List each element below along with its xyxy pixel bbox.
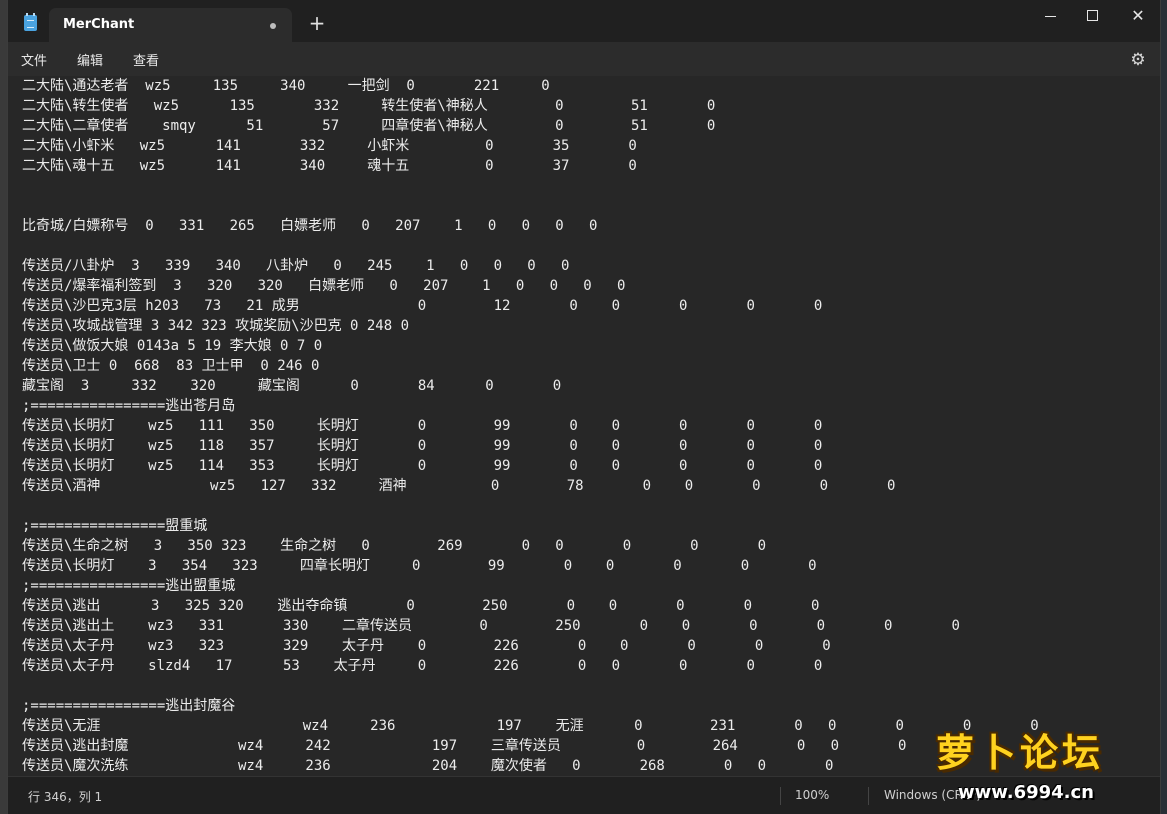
status-divider (868, 787, 869, 805)
text-line: 传送员\太子丹 wz3 323 329 太子丹 0 226 0 0 0 0 0 (22, 638, 831, 654)
menu-file[interactable]: 文件 (21, 50, 47, 69)
close-button[interactable]: ✕ (1120, 5, 1156, 27)
status-divider (780, 787, 781, 805)
tab-title: MerChant (63, 17, 135, 32)
text-line: 二大陆\小虾米 wz5 141 332 小虾米 0 35 0 (22, 138, 637, 154)
text-line: 传送员\逃出 3 325 320 逃出夺命镇 0 250 0 0 0 0 0 (22, 598, 820, 614)
text-line: 传送员\长明灯 wz5 114 353 长明灯 0 99 0 0 0 0 0 (22, 458, 823, 474)
text-line: 传送员/八卦炉 3 339 340 八卦炉 0 245 1 0 0 0 0 (22, 258, 570, 274)
text-line: 传送员/爆率福利签到 3 320 320 白嫖老师 0 207 1 0 0 0 … (22, 278, 626, 294)
watermark-url: www.6994.cn (958, 782, 1094, 803)
text-line: 传送员\卫士 0 668 83 卫士甲 0 246 0 (22, 358, 320, 374)
text-line: 传送员\太子丹 slzd4 17 53 太子丹 0 226 0 0 0 0 0 (22, 658, 823, 674)
text-line: 传送员\长明灯 wz5 111 350 长明灯 0 99 0 0 0 0 0 (22, 418, 823, 434)
unsaved-dot-icon[interactable] (270, 23, 276, 29)
text-line: 比奇城/白嫖称号 0 331 265 白嫖老师 0 207 1 0 0 0 0 (22, 218, 598, 234)
cursor-position: 行 346，列 1 (28, 790, 103, 804)
text-editor[interactable]: 二大陆\通达老者 wz5 135 340 一把剑 0 221 0 二大陆\转生使者… (8, 76, 1160, 776)
text-line: 藏宝阁 3 332 320 藏宝阁 0 84 0 0 (22, 378, 562, 394)
menu-bar: 文件 编辑 查看 ⚙ (8, 42, 1160, 76)
text-line: ;================逃出盟重城 (22, 578, 236, 594)
text-line: 传送员\魔次洗练 wz4 236 204 魔次使者 0 268 0 0 0 (22, 758, 834, 774)
watermark-text: 萝卜论坛 (936, 731, 1105, 775)
title-bar: MerChant + ✕ (8, 0, 1160, 42)
text-line: 二大陆\转生使者 wz5 135 332 转生使者\神秘人 0 51 0 (22, 98, 716, 114)
new-tab-button[interactable]: + (305, 11, 329, 35)
text-line: 传送员\酒神 wz5 127 332 酒神 0 78 0 0 0 0 0 (22, 478, 896, 494)
notepad-window: MerChant + ✕ 文件 编辑 查看 ⚙ 二大陆\通达老者 wz5 135… (7, 0, 1161, 814)
menu-view[interactable]: 查看 (133, 50, 159, 69)
watermark-logo: 萝卜论坛 www.6994.cn (928, 718, 1160, 812)
text-line: ;================逃出封魔谷 (22, 698, 236, 714)
text-line: 二大陆\二章使者 smqy 51 57 四章使者\神秘人 0 51 0 (22, 118, 716, 134)
zoom-level[interactable]: 100% (795, 788, 829, 802)
text-line: 传送员\逃出土 wz3 331 330 二章传送员 0 250 0 0 0 0 … (22, 618, 960, 634)
maximize-button[interactable] (1074, 5, 1110, 27)
text-line: ;================盟重城 (22, 518, 208, 534)
minimize-button[interactable] (1032, 5, 1068, 27)
text-line: 传送员\长明灯 3 354 323 四章长明灯 0 99 0 0 0 0 0 (22, 558, 817, 574)
text-line: 二大陆\通达老者 wz5 135 340 一把剑 0 221 0 (22, 78, 550, 94)
text-line: 传送员\攻城战管理 3 342 323 攻城奖励\沙巴克 0 248 0 (22, 318, 410, 334)
text-line: 传送员\沙巴克3层 h203 73 21 成男 0 12 0 0 0 0 0 (22, 298, 823, 314)
text-line: 传送员\无涯 wz4 236 197 无涯 0 231 0 0 0 0 0 (22, 718, 1039, 734)
notepad-app-icon (24, 13, 37, 31)
text-line: 传送员\做饭大娘 0143a 5 19 李大娘 0 7 0 (22, 338, 323, 354)
text-line: 二大陆\魂十五 wz5 141 340 魂十五 0 37 0 (22, 158, 637, 174)
text-line: 传送员\逃出封魔 wz4 242 197 三章传送员 0 264 0 0 0 (22, 738, 907, 754)
text-line: 传送员\长明灯 wz5 118 357 长明灯 0 99 0 0 0 0 0 (22, 438, 823, 454)
tab-merchant[interactable]: MerChant (49, 8, 292, 42)
text-line: 传送员\生命之树 3 350 323 生命之树 0 269 0 0 0 0 0 (22, 538, 767, 554)
gear-icon[interactable]: ⚙ (1128, 50, 1148, 70)
menu-edit[interactable]: 编辑 (77, 50, 103, 69)
text-line: ;================逃出苍月岛 (22, 398, 236, 414)
